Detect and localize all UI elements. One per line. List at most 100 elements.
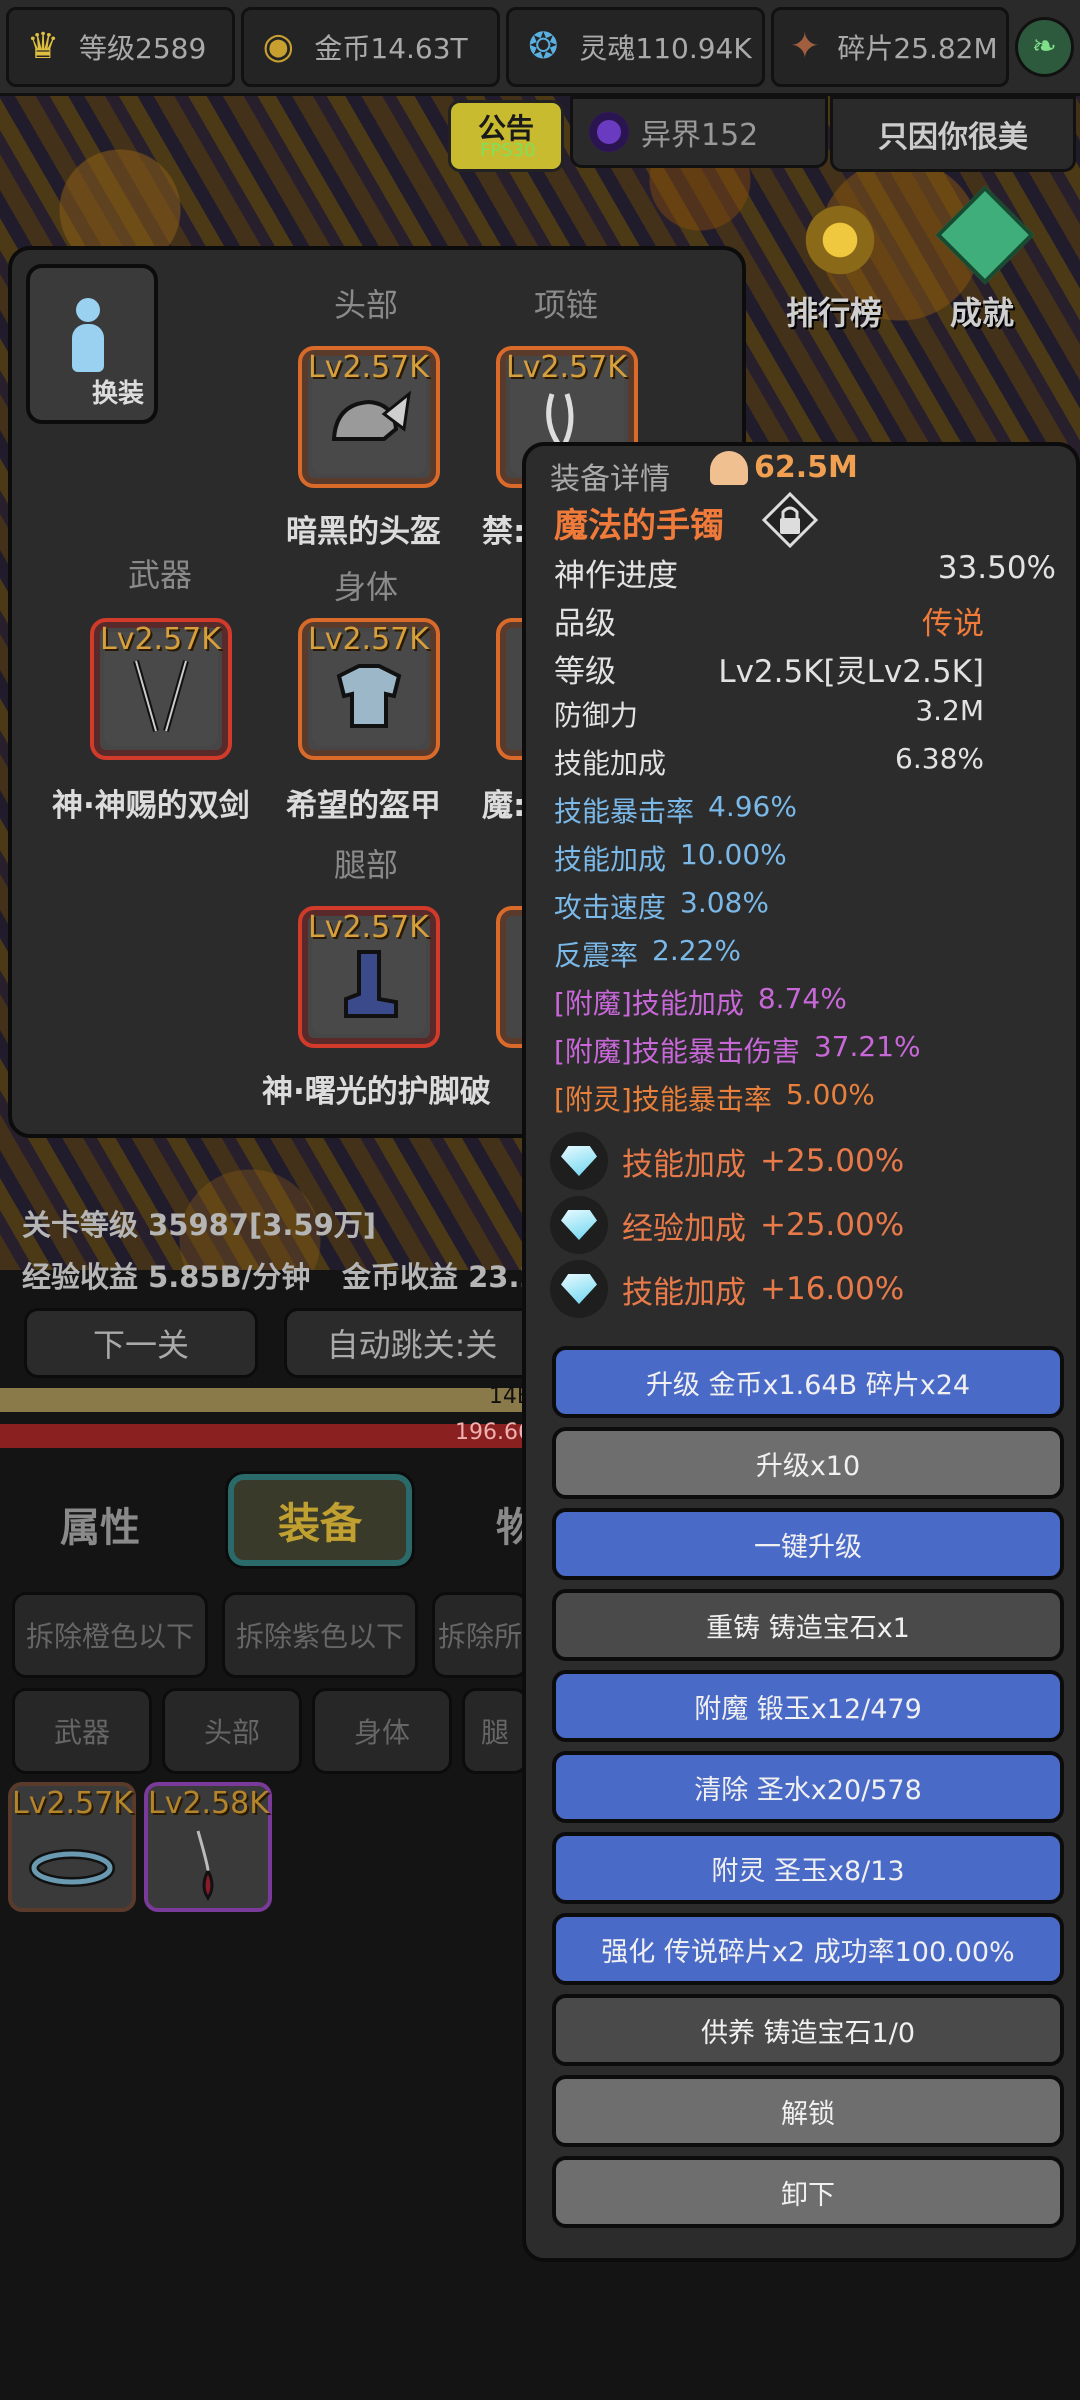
item-name: 魔法的手镯 — [554, 506, 724, 546]
stat-label: 神作进度 — [554, 558, 678, 594]
bonus-value: 37.21% — [813, 1030, 921, 1063]
upgrade-button[interactable]: 升级 金币x1.64B 碎片x24 — [552, 1346, 1064, 1418]
coin-counter: ◉ 金币14.63T — [241, 6, 501, 87]
head-slot-title: 头部 — [334, 286, 399, 324]
exp-rate: 经验收益 5.85B/分钟 — [22, 1260, 311, 1294]
player-name[interactable]: 只因你很美 — [830, 96, 1076, 172]
bonus-value: 8.74% — [757, 982, 847, 1015]
coin-icon: ◉ — [262, 26, 295, 67]
filter-head[interactable]: 头部 — [162, 1688, 302, 1774]
portal-icon — [589, 112, 629, 152]
achievement-button[interactable]: 成就 — [950, 288, 1014, 334]
bonus-label: [附灵]技能暴击率 — [554, 1083, 772, 1116]
bonus-row: 技能暴击率 4.96% — [554, 790, 1056, 830]
body-slot[interactable]: Lv2.57K — [298, 618, 440, 760]
spirit-attach-button[interactable]: 附灵 圣玉x8/13 — [552, 1832, 1064, 1904]
stat-label: 技能加成 — [554, 747, 667, 780]
unequip-button[interactable]: 卸下 — [552, 2156, 1064, 2228]
otherworld-label: 异界152 — [641, 118, 759, 153]
next-stage-button[interactable]: 下一关 — [24, 1308, 258, 1378]
gem-label: 技能加成 — [622, 1146, 746, 1183]
trophy-icon[interactable] — [800, 200, 880, 280]
tab-attributes[interactable]: 属性 — [60, 1495, 140, 1553]
nurture-button[interactable]: 供养 铸造宝石1/0 — [552, 1994, 1064, 2066]
upgrade-x10-button[interactable]: 升级x10 — [552, 1427, 1064, 1499]
stat-row: 等级 Lv2.5K[灵Lv2.5K] — [554, 646, 984, 691]
weapon-slot[interactable]: Lv2.57K — [90, 618, 232, 760]
head-slot[interactable]: Lv2.57K — [298, 346, 440, 488]
lock-icon[interactable] — [762, 492, 818, 548]
armor-icon — [336, 664, 402, 728]
gem-socket: 技能加成 +16.00% — [550, 1260, 904, 1318]
ranking-button[interactable]: 排行榜 — [786, 288, 882, 334]
stat-label: 等级 — [554, 654, 616, 690]
reforge-button[interactable]: 重铸 铸造宝石x1 — [552, 1589, 1064, 1661]
stat-row: 技能加成 6.38% — [554, 742, 984, 782]
bonus-label: 攻击速度 — [554, 891, 667, 924]
stat-row: 品级 传说 — [554, 598, 984, 643]
soul-counter: ❂ 灵魂110.94K — [506, 6, 766, 87]
inventory-item-level: Lv2.57K — [12, 1786, 133, 1821]
combat-power-value: 62.5M — [754, 450, 858, 485]
gem-socket: 技能加成 +25.00% — [550, 1132, 904, 1190]
stat-value: 33.50% — [937, 550, 1056, 586]
stat-value: 6.38% — [895, 742, 984, 775]
unlock-button[interactable]: 解锁 — [552, 2075, 1064, 2147]
filter-weapon[interactable]: 武器 — [12, 1688, 152, 1774]
necklace-item-name: 禁: — [482, 514, 526, 550]
bonus-value: 2.22% — [652, 934, 741, 967]
head-slot-level: Lv2.57K — [308, 350, 429, 385]
enchant-bonus-row: [附魔]技能暴击伤害 37.21% — [554, 1030, 1056, 1070]
gem-socket: 经验加成 +25.00% — [550, 1196, 904, 1254]
coin-rate: 金币收益 23.2 — [342, 1260, 540, 1294]
filter-legs[interactable]: 腿 — [462, 1688, 528, 1774]
dismantle-all[interactable]: 拆除所 — [432, 1592, 528, 1678]
inventory-item-level: Lv2.58K — [148, 1786, 269, 1821]
crown-icon: ♛ — [26, 26, 60, 67]
notice-button[interactable]: 公告 — [448, 100, 564, 172]
stat-row: 防御力 3.2M — [554, 694, 984, 734]
otherworld-button[interactable]: 异界152 — [570, 96, 828, 168]
detail-heading: 装备详情 — [550, 462, 670, 497]
coin-text: 金币14.63T — [314, 31, 468, 65]
body-slot-title: 身体 — [334, 568, 399, 606]
clear-button[interactable]: 清除 圣水x20/578 — [552, 1751, 1064, 1823]
legs-slot[interactable]: Lv2.57K — [298, 906, 440, 1048]
bonus-label: 技能暴击率 — [554, 795, 695, 828]
swap-label: 换装 — [91, 379, 144, 409]
dismantle-below-purple[interactable]: 拆除紫色以下 — [222, 1592, 418, 1678]
swap-outfit-button[interactable]: 换装 — [26, 264, 158, 424]
diamond-icon — [550, 1132, 608, 1190]
soul-text: 灵魂110.94K — [579, 31, 752, 65]
person-icon — [68, 298, 108, 378]
legs-item-name: 神·曙光的护脚破 — [262, 1074, 491, 1110]
inventory-item[interactable]: Lv2.57K — [8, 1782, 136, 1912]
inventory-item[interactable]: Lv2.58K — [144, 1782, 272, 1912]
menu-leaf-button[interactable]: ❧ — [1014, 16, 1074, 77]
diamond-icon — [550, 1196, 608, 1254]
dismantle-below-orange[interactable]: 拆除橙色以下 — [12, 1592, 208, 1678]
enchant-button[interactable]: 附魔 锻玉x12/479 — [552, 1670, 1064, 1742]
one-click-upgrade-button[interactable]: 一键升级 — [552, 1508, 1064, 1580]
diamond-icon — [550, 1260, 608, 1318]
fps-counter: FPS30 — [480, 140, 536, 161]
hp-bar: 196.66 — [0, 1420, 540, 1448]
bonus-value: 4.96% — [708, 790, 797, 823]
bonus-label: 技能加成 — [554, 843, 667, 876]
fragment-icon: ✦ — [789, 26, 820, 67]
bonus-row: 反震率 2.22% — [554, 934, 1056, 974]
filter-body[interactable]: 身体 — [312, 1688, 452, 1774]
bonus-label: 反震率 — [554, 939, 639, 972]
enhance-button[interactable]: 强化 传说碎片x2 成功率100.00% — [552, 1913, 1064, 1985]
fragment-text: 碎片25.82M — [837, 31, 998, 65]
necklace-slot-level: Lv2.57K — [506, 350, 627, 385]
soul-icon: ❂ — [528, 26, 559, 67]
spirit-bonus-row: [附灵]技能暴击率 5.00% — [554, 1078, 1056, 1118]
hp-bar-text: 196.66 — [455, 1420, 532, 1445]
auto-skip-toggle[interactable]: 自动跳关:关 — [284, 1308, 540, 1378]
twin-swords-icon — [133, 660, 189, 732]
stage-level: 关卡等级 35987[3.59万] — [22, 1208, 377, 1242]
level-counter: ♛ 等级2589 — [6, 6, 236, 87]
tab-equipment[interactable]: 装备 — [225, 1471, 415, 1569]
gem-label: 技能加成 — [622, 1274, 746, 1311]
